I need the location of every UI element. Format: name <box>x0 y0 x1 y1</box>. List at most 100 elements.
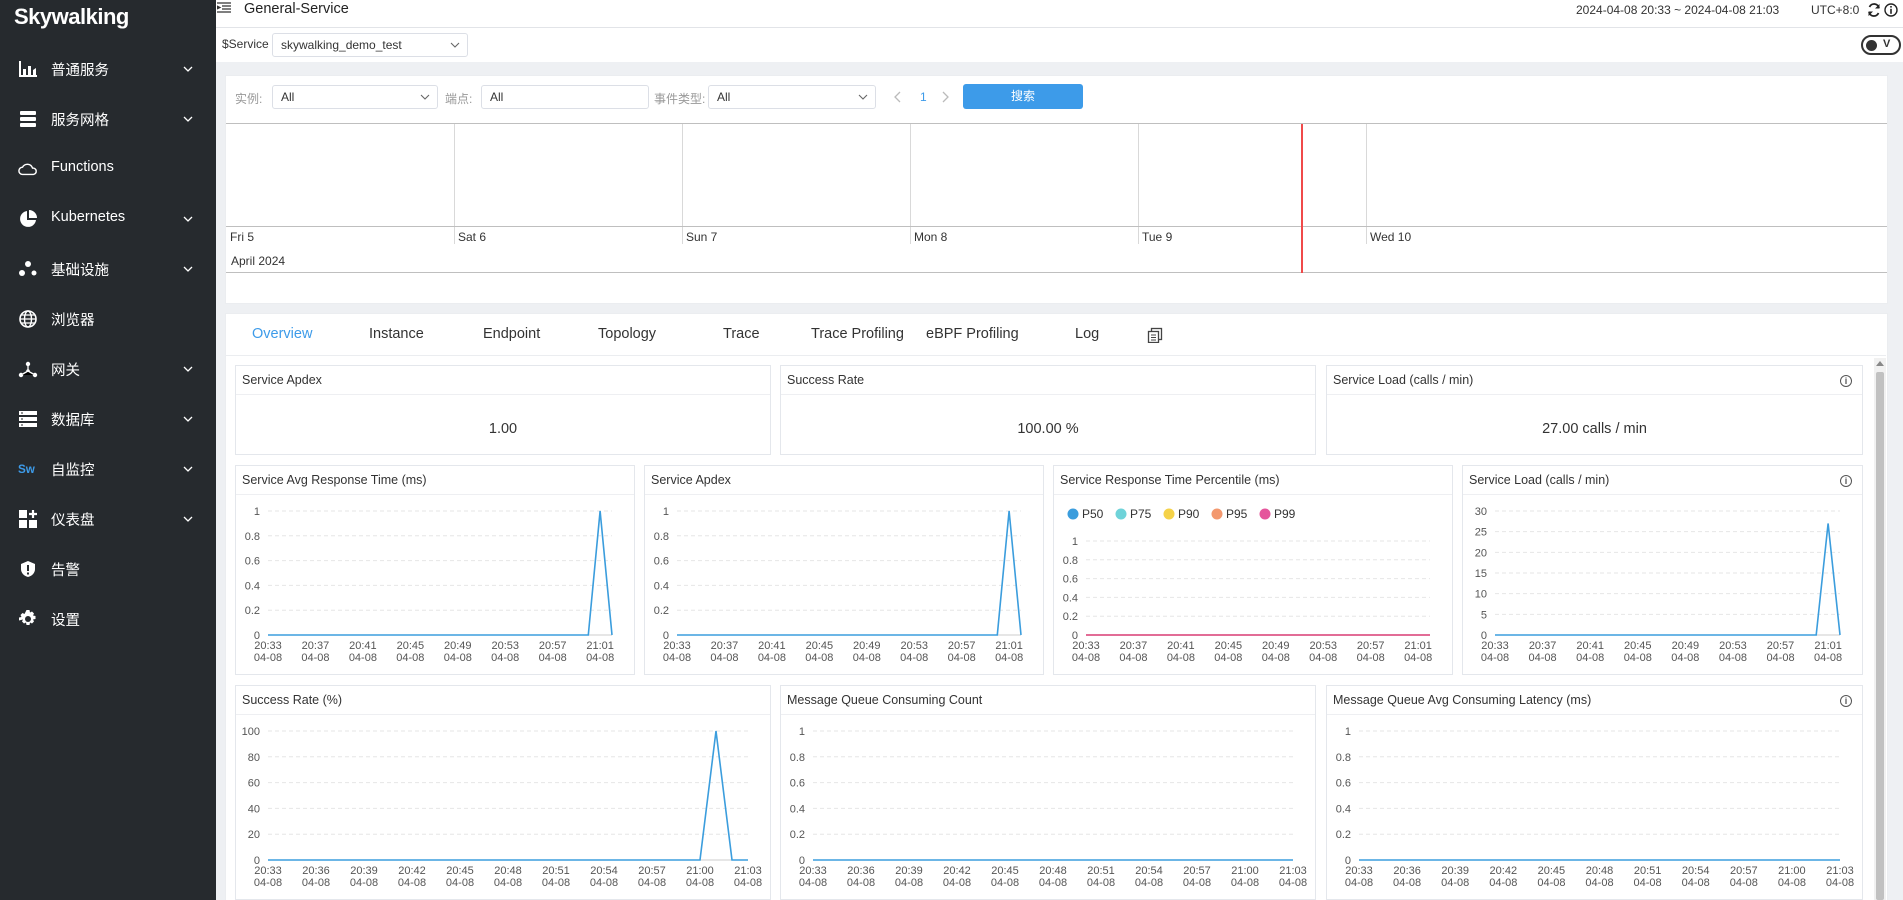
x-tick-date: 04-08 <box>1682 877 1710 889</box>
series-line[interactable] <box>268 510 613 636</box>
x-tick-label: 20:54 <box>1135 865 1163 877</box>
logo[interactable]: Skywalking <box>14 4 129 30</box>
sidebar-item-label: 网关 <box>51 363 80 379</box>
x-tick-date: 04-08 <box>350 877 378 889</box>
bar-chart-icon <box>18 59 38 79</box>
x-tick-date: 04-08 <box>539 652 567 664</box>
sidebar-item[interactable]: 普通服务 <box>0 44 216 94</box>
sidebar-item[interactable]: 仪表盘 <box>0 494 216 544</box>
chart-card: Message Queue Avg Consuming Latency (ms)… <box>1326 685 1863 900</box>
legend-label[interactable]: P95 <box>1226 507 1248 521</box>
sw-icon: Sw <box>18 459 38 479</box>
legend-swatch[interactable] <box>1163 508 1175 520</box>
copy-icon[interactable] <box>1147 327 1163 343</box>
event-type-filter-label: 事件类型: <box>654 92 706 106</box>
sidebar-item[interactable]: 告警 <box>0 544 216 594</box>
series-line[interactable] <box>1495 523 1841 636</box>
line-chart: 00.20.40.60.8120:3304-0820:3604-0820:390… <box>790 726 1307 889</box>
tab-log[interactable]: Log <box>1075 326 1099 342</box>
sidebar-item[interactable]: 设置 <box>0 594 216 644</box>
tab-trace[interactable]: Trace <box>723 326 760 342</box>
x-tick-date: 04-08 <box>943 877 971 889</box>
card-title: Service Apdex <box>242 373 322 387</box>
legend-label[interactable]: P99 <box>1274 507 1296 521</box>
legend-label[interactable]: P90 <box>1178 507 1200 521</box>
x-tick-label: 20:57 <box>638 865 666 877</box>
x-tick-date: 04-08 <box>991 877 1019 889</box>
refresh-icon[interactable] <box>1867 3 1881 17</box>
instance-select[interactable]: All <box>272 85 438 109</box>
y-tick-label: 30 <box>1475 506 1487 518</box>
sidebar-item[interactable]: 基础设施 <box>0 244 216 294</box>
legend-label[interactable]: P50 <box>1082 507 1104 521</box>
sidebar-item[interactable]: Sw 自监控 <box>0 444 216 494</box>
sidebar-item[interactable]: 浏览器 <box>0 294 216 344</box>
x-tick-label: 20:37 <box>1120 640 1148 652</box>
info-icon[interactable] <box>1884 3 1898 17</box>
event-type-select[interactable]: All <box>708 85 876 109</box>
visualization-toggle[interactable]: V <box>1861 35 1901 55</box>
tab-endpoint[interactable]: Endpoint <box>483 326 540 342</box>
info-icon[interactable]: i <box>1840 375 1852 387</box>
y-tick-label: 0.8 <box>790 752 805 764</box>
x-tick-label: 21:01 <box>1404 640 1432 652</box>
chevron-down-icon <box>183 466 193 472</box>
x-tick-date: 04-08 <box>254 877 282 889</box>
endpoint-input[interactable]: All <box>481 85 649 109</box>
x-tick-label: 20:49 <box>1262 640 1290 652</box>
x-tick-date: 04-08 <box>302 877 330 889</box>
gateway-icon <box>18 359 38 379</box>
legend-swatch[interactable] <box>1259 508 1271 520</box>
scrollbar-track[interactable] <box>1874 358 1886 900</box>
x-tick-label: 20:42 <box>943 865 971 877</box>
menu-fold-icon[interactable] <box>217 2 231 14</box>
sidebar-item[interactable]: Kubernetes <box>0 194 216 244</box>
info-icon[interactable]: i <box>1840 695 1852 707</box>
series-line[interactable] <box>677 510 1022 636</box>
x-tick-date: 04-08 <box>586 652 614 664</box>
sidebar-item[interactable]: 数据库 <box>0 394 216 444</box>
x-tick-label: 20:57 <box>1730 865 1758 877</box>
sidebar-item[interactable]: 服务网格 <box>0 94 216 144</box>
card-value: 1.00 <box>488 421 518 437</box>
tab-instance[interactable]: Instance <box>369 326 424 342</box>
service-select[interactable]: skywalking_demo_test <box>272 33 468 57</box>
tab-ebpf-profiling[interactable]: eBPF Profiling <box>926 326 1019 342</box>
x-tick-label: 20:33 <box>799 865 827 877</box>
card-value: 27.00 calls / min <box>1542 421 1647 437</box>
sidebar-item[interactable]: Functions <box>0 144 216 194</box>
prev-page-icon[interactable] <box>893 91 903 103</box>
x-tick-label: 20:57 <box>1357 640 1385 652</box>
legend-swatch[interactable] <box>1211 508 1223 520</box>
toggle-label: V <box>1883 38 1891 50</box>
sidebar-item[interactable]: 网关 <box>0 344 216 394</box>
legend-swatch[interactable] <box>1115 508 1127 520</box>
chevron-down-icon <box>183 66 193 72</box>
x-tick-date: 04-08 <box>1214 652 1242 664</box>
x-tick-label: 20:36 <box>1393 865 1421 877</box>
x-tick-date: 04-08 <box>1183 877 1211 889</box>
tab-trace-profiling[interactable]: Trace Profiling <box>811 326 904 342</box>
tab-bar-divider <box>226 355 1886 356</box>
legend-label[interactable]: P75 <box>1130 507 1152 521</box>
legend-swatch[interactable] <box>1067 508 1079 520</box>
x-tick-label: 20:48 <box>1586 865 1614 877</box>
x-tick-date: 04-08 <box>491 652 519 664</box>
chart-title: Service Response Time Percentile (ms) <box>1060 473 1280 487</box>
x-tick-label: 20:45 <box>1624 640 1652 652</box>
info-icon[interactable]: i <box>1840 475 1852 487</box>
x-tick-date: 04-08 <box>1624 652 1652 664</box>
time-range[interactable]: 2024-04-08 20:33 ~ 2024-04-08 21:03 <box>1576 3 1779 17</box>
search-button[interactable]: 搜索 <box>963 84 1083 109</box>
tab-overview[interactable]: Overview <box>252 326 312 342</box>
x-tick-label: 20:49 <box>1672 640 1700 652</box>
x-tick-date: 04-08 <box>805 652 833 664</box>
timeline-day-label: Sun 7 <box>686 230 718 244</box>
y-tick-label: 10 <box>1475 589 1487 601</box>
page-number[interactable]: 1 <box>920 90 927 104</box>
scroll-up-icon[interactable] <box>1876 360 1884 366</box>
series-line[interactable] <box>268 730 748 861</box>
tab-topology[interactable]: Topology <box>598 326 656 342</box>
scrollbar-thumb[interactable] <box>1876 372 1884 900</box>
next-page-icon[interactable] <box>940 91 950 103</box>
